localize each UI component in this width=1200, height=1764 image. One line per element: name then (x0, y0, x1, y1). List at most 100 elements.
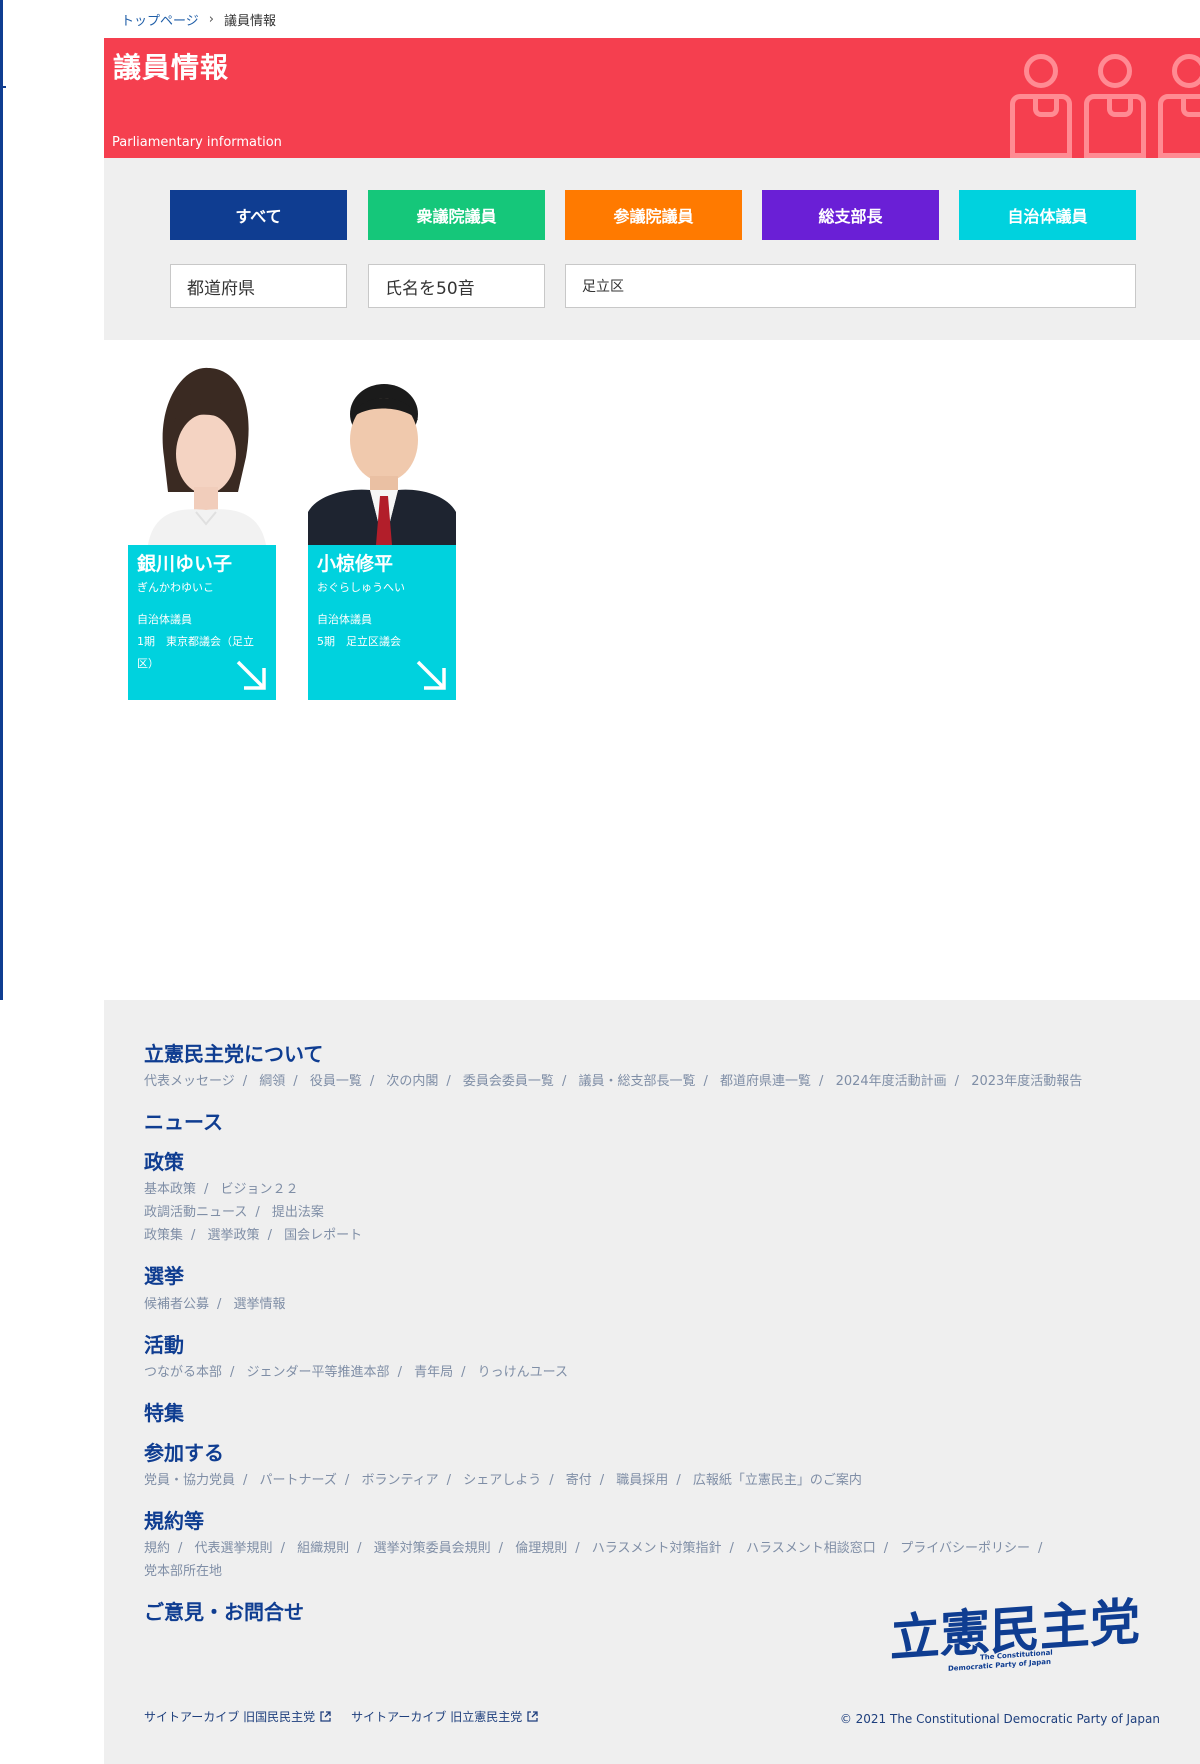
footer-link[interactable]: 倫理規則 (515, 1541, 567, 1556)
footer-link[interactable]: 政調活動ニュース (144, 1205, 247, 1220)
footer-links-activity: つながる本部 / ジェンダー平等推進本部 / 青年局 / りっけんユース (144, 1365, 568, 1380)
member-name: 銀川ゆい子 (137, 553, 233, 575)
footer-links-rules: 規約 / 代表選挙規則 / 組織規則 / 選挙対策委員会規則 / 倫理規則 / ハラスメン… (144, 1541, 1043, 1556)
breadcrumb-separator: › (208, 12, 214, 27)
hero-banner: 議員情報 Parliamentary information (104, 38, 1200, 158)
member-kana: おぐらしゅうへい (317, 581, 405, 594)
prefecture-select[interactable]: 都道府県 (170, 264, 347, 308)
member-card[interactable]: 小椋修平 おぐらしゅうへい 自治体議員 5期 足立区議会 (308, 362, 456, 700)
footer-link[interactable]: 党本部所在地 (144, 1564, 222, 1579)
footer-link[interactable]: 国会レポート (284, 1228, 362, 1243)
breadcrumb-current: 議員情報 (223, 14, 276, 29)
member-photo (128, 362, 276, 545)
external-link-icon (320, 1711, 331, 1722)
archive-link-old-dpfp[interactable]: サイトアーカイブ 旧国民民主党 (144, 1708, 331, 1725)
arrow-down-right-icon (236, 660, 266, 690)
footer-link[interactable]: りっけんユース (478, 1365, 568, 1380)
footer-links-rules-2: 党本部所在地 (144, 1560, 222, 1579)
footer-link[interactable]: 2023年度活動報告 (971, 1074, 1082, 1089)
category-branch-chief-button[interactable]: 総支部長 (762, 190, 939, 240)
footer-heading-election[interactable]: 選挙 (144, 1260, 184, 1289)
external-link-icon (527, 1711, 538, 1722)
footer-link[interactable]: 選挙情報 (234, 1297, 286, 1312)
archive-links: サイトアーカイブ 旧国民民主党 サイトアーカイブ 旧立憲民主党 (144, 1708, 538, 1725)
people-illustration-icon (1010, 54, 1200, 158)
footer-link[interactable]: 代表選挙規則 (195, 1541, 273, 1556)
footer-link[interactable]: 組織規則 (297, 1541, 349, 1556)
footer-heading-policy[interactable]: 政策 (144, 1146, 184, 1175)
archive-link-label: サイトアーカイブ 旧立憲民主党 (351, 1710, 523, 1724)
footer-heading-join[interactable]: 参加する (144, 1437, 224, 1466)
footer-link[interactable]: 選挙政策 (208, 1228, 260, 1243)
footer-link[interactable]: つながる本部 (144, 1365, 222, 1380)
footer-link[interactable]: プライバシーポリシー (900, 1541, 1030, 1556)
page-title: 議員情報 (113, 51, 230, 84)
footer-link[interactable]: シェアしよう (463, 1473, 541, 1488)
category-house-of-councillors-button[interactable]: 参議院議員 (565, 190, 742, 240)
footer-link[interactable]: 綱領 (259, 1074, 285, 1089)
footer-link[interactable]: 寄付 (566, 1473, 592, 1488)
member-info-panel: 小椋修平 おぐらしゅうへい 自治体議員 5期 足立区議会 (308, 545, 456, 700)
footer-link[interactable]: ハラスメント相談窓口 (746, 1541, 876, 1556)
footer-link[interactable]: パートナーズ (260, 1473, 337, 1488)
footer-link[interactable]: 広報紙「立憲民主」のご案内 (693, 1473, 862, 1488)
footer-heading-about[interactable]: 立憲民主党について (144, 1038, 323, 1067)
left-edge-rule (0, 0, 3, 1000)
footer-link[interactable]: 役員一覧 (310, 1074, 362, 1089)
member-kana: ぎんかわゆいこ (137, 581, 214, 594)
footer-links-about: 代表メッセージ / 綱領 / 役員一覧 / 次の内閣 / 委員会委員一覧 / 議員・総支部… (144, 1074, 1083, 1089)
footer-link[interactable]: ボランティア (361, 1473, 438, 1488)
footer-link[interactable]: 候補者公募 (144, 1297, 209, 1312)
archive-link-old-cdp[interactable]: サイトアーカイブ 旧立憲民主党 (351, 1708, 538, 1725)
category-all-button[interactable]: すべて (170, 190, 347, 240)
left-edge-tick (0, 86, 6, 88)
footer-link[interactable]: 委員会委員一覧 (463, 1074, 554, 1089)
member-info-panel: 銀川ゆい子 ぎんかわゆいこ 自治体議員 1期 東京都議会（足立区） (128, 545, 276, 700)
footer-links-policy-1: 基本政策 / ビジョン２２ (144, 1182, 299, 1197)
footer-heading-activity[interactable]: 活動 (144, 1329, 184, 1358)
footer-link[interactable]: 選挙対策委員会規則 (374, 1541, 491, 1556)
footer-link[interactable]: 次の内閣 (386, 1074, 438, 1089)
footer-heading-rules[interactable]: 規約等 (144, 1505, 204, 1534)
footer-link[interactable]: 規約 (144, 1541, 170, 1556)
footer-links-policy-3: 政策集 / 選挙政策 / 国会レポート (144, 1228, 363, 1243)
copyright: © 2021 The Constitutional Democratic Par… (839, 1712, 1160, 1726)
footer-link[interactable]: 都道府県連一覧 (720, 1074, 811, 1089)
footer-heading-contact[interactable]: ご意見・お問合せ (144, 1596, 304, 1625)
footer-links-policy-2: 政調活動ニュース / 提出法案 (144, 1205, 324, 1220)
breadcrumb-home-link[interactable]: トップページ (121, 10, 199, 29)
footer-link[interactable]: ジェンダー平等推進本部 (247, 1365, 390, 1380)
breadcrumb: トップページ › 議員情報 (121, 10, 276, 29)
member-role: 自治体議員 (317, 613, 372, 626)
gojuon-select[interactable]: 氏名を50音 (368, 264, 545, 308)
footer-link[interactable]: 2024年度活動計画 (836, 1074, 947, 1089)
footer-link[interactable]: 提出法案 (272, 1205, 324, 1220)
member-term: 5期 足立区議会 (317, 635, 401, 648)
member-photo (308, 362, 456, 545)
area-select[interactable]: 足立区 (565, 264, 1136, 308)
member-role: 自治体議員 (137, 613, 192, 626)
footer-link[interactable]: 青年局 (414, 1365, 453, 1380)
footer-link[interactable]: 議員・総支部長一覧 (578, 1074, 695, 1089)
page-subtitle: Parliamentary information (112, 135, 282, 150)
footer-link[interactable]: 基本政策 (144, 1182, 196, 1197)
footer-heading-feature[interactable]: 特集 (144, 1397, 184, 1426)
member-card[interactable]: 銀川ゆい子 ぎんかわゆいこ 自治体議員 1期 東京都議会（足立区） (128, 362, 276, 700)
footer-link[interactable]: 党員・協力党員 (144, 1473, 235, 1488)
category-local-assembly-button[interactable]: 自治体議員 (959, 190, 1136, 240)
member-name: 小椋修平 (317, 553, 394, 575)
category-house-of-representatives-button[interactable]: 衆議院議員 (368, 190, 545, 240)
arrow-down-right-icon (416, 660, 446, 690)
party-logo: 立憲民主党 The Constitutional Democratic Part… (890, 1593, 1140, 1673)
archive-link-label: サイトアーカイブ 旧国民民主党 (144, 1710, 316, 1724)
footer-links-join: 党員・協力党員 / パートナーズ / ボランティア / シェアしよう / 寄付 / 職員採… (144, 1473, 862, 1488)
site-footer: 立憲民主党について 代表メッセージ / 綱領 / 役員一覧 / 次の内閣 / 委員会委員… (104, 1000, 1200, 1764)
footer-links-election: 候補者公募 / 選挙情報 (144, 1297, 286, 1312)
footer-link[interactable]: ハラスメント対策指針 (592, 1541, 722, 1556)
footer-link[interactable]: 代表メッセージ (144, 1074, 235, 1089)
footer-link[interactable]: 職員採用 (616, 1473, 668, 1488)
footer-link[interactable]: ビジョン２２ (221, 1182, 299, 1197)
filter-panel: すべて 衆議院議員 参議院議員 総支部長 自治体議員 都道府県 氏名を50音 足… (104, 158, 1200, 340)
footer-heading-news[interactable]: ニュース (144, 1106, 223, 1135)
footer-link[interactable]: 政策集 (144, 1228, 183, 1243)
